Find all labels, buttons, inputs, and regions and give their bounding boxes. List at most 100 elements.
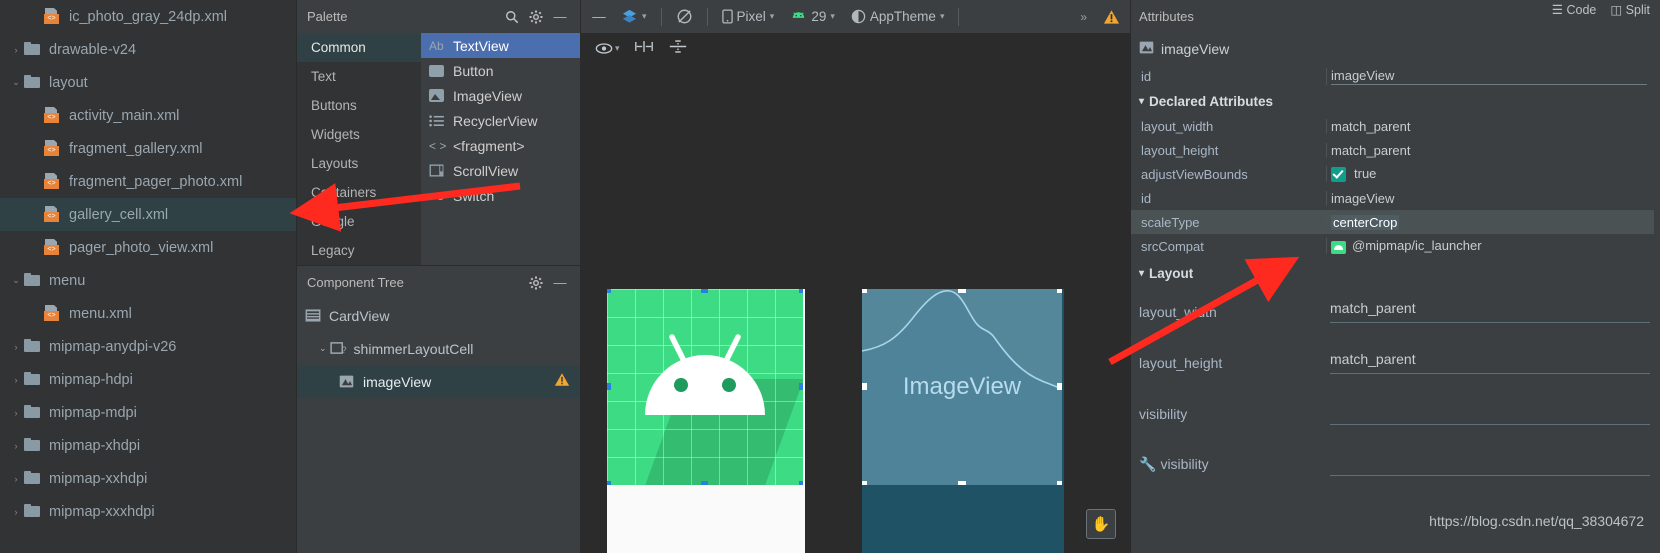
- project-tree-item[interactable]: activity_main.xml: [0, 99, 296, 132]
- design-mode-button[interactable]: ▾: [615, 5, 653, 29]
- layout-row-visibility[interactable]: 🔧 visibility: [1131, 439, 1660, 490]
- palette-item-switch[interactable]: Switch: [421, 183, 580, 208]
- checkbox-checked-icon[interactable]: [1331, 167, 1346, 183]
- layout-row-layout_height[interactable]: layout_height match_parent: [1131, 337, 1660, 388]
- preview-device-2[interactable]: ImageView: [862, 289, 1064, 553]
- palette-item-recyclerview[interactable]: RecyclerView: [421, 108, 580, 133]
- split-mode-button[interactable]: ◫ Split: [1610, 2, 1650, 17]
- project-tree-item[interactable]: › mipmap-hdpi: [0, 363, 296, 396]
- project-tree-item[interactable]: gallery_cell.xml: [0, 198, 296, 231]
- design-canvas[interactable]: ImageView ✋: [581, 63, 1130, 553]
- layout-row-layout_width[interactable]: layout_width match_parent: [1131, 286, 1660, 337]
- minimize-icon[interactable]: —: [587, 6, 611, 28]
- attribute-row-scaletype[interactable]: scaleType centerCrop: [1131, 210, 1660, 234]
- disclosure-triangle-icon[interactable]: ›: [10, 45, 22, 55]
- toolbar-overflow-button[interactable]: »: [1074, 5, 1093, 29]
- component-tree-item-cardview[interactable]: CardView: [297, 299, 580, 332]
- layout-value[interactable]: [1326, 402, 1660, 425]
- component-tree-list[interactable]: CardView ⌄? shimmerLayoutCell imageView: [297, 299, 580, 398]
- disclosure-triangle-icon[interactable]: ⌄: [10, 77, 22, 88]
- palette-category-layouts[interactable]: Layouts: [297, 149, 421, 178]
- code-mode-button[interactable]: ☰ Code: [1552, 2, 1597, 17]
- baseline-icon[interactable]: [668, 39, 688, 57]
- declared-attributes-section-header[interactable]: ▾ Declared Attributes: [1131, 88, 1660, 114]
- eye-icon[interactable]: ▾: [595, 42, 620, 55]
- layout-value[interactable]: [1326, 453, 1660, 476]
- orientation-button[interactable]: [670, 5, 699, 29]
- layout-value[interactable]: match_parent: [1326, 351, 1660, 374]
- minimize-icon[interactable]: —: [548, 272, 572, 294]
- project-tree-item[interactable]: menu.xml: [0, 297, 296, 330]
- disclosure-triangle-icon[interactable]: ›: [10, 507, 22, 517]
- palette-category-widgets[interactable]: Widgets: [297, 120, 421, 149]
- layout-section-header[interactable]: ▾ Layout: [1131, 260, 1660, 286]
- palette-item-list[interactable]: Ab TextView Button ImageView RecyclerView < >…: [421, 33, 580, 265]
- disclosure-triangle-icon[interactable]: ›: [10, 474, 22, 484]
- disclosure-triangle-icon[interactable]: ›: [10, 342, 22, 352]
- attribute-value-field[interactable]: match_parent: [1331, 119, 1411, 134]
- gear-icon[interactable]: [524, 6, 548, 28]
- project-tree-item[interactable]: ⌄ layout: [0, 66, 296, 99]
- attribute-value[interactable]: match_parent: [1326, 142, 1660, 158]
- attribute-row-layout_height[interactable]: layout_height match_parent: [1131, 138, 1660, 162]
- disclosure-triangle-icon[interactable]: ›: [10, 408, 22, 418]
- project-tree-item[interactable]: fragment_pager_photo.xml: [0, 165, 296, 198]
- disclosure-triangle-icon[interactable]: ⌄: [10, 275, 22, 286]
- palette-category-common[interactable]: Common: [297, 33, 421, 62]
- attribute-row-id[interactable]: id imageView: [1131, 64, 1660, 88]
- layout-value[interactable]: match_parent: [1326, 300, 1660, 323]
- project-tree-item[interactable]: ic_photo_gray_24dp.xml: [0, 0, 296, 33]
- project-tree-item[interactable]: fragment_gallery.xml: [0, 132, 296, 165]
- attribute-value-field[interactable]: match_parent: [1331, 143, 1411, 158]
- project-tree-item[interactable]: › mipmap-xxxhdpi: [0, 495, 296, 528]
- layout-value-field[interactable]: [1330, 402, 1650, 425]
- project-tree-item[interactable]: › drawable-v24: [0, 33, 296, 66]
- attribute-row-id[interactable]: id imageView: [1131, 186, 1660, 210]
- palette-category-google[interactable]: Google: [297, 207, 421, 236]
- attribute-value[interactable]: true: [1326, 165, 1660, 183]
- palette-item-scrollview[interactable]: ScrollView: [421, 158, 580, 183]
- layout-value-field[interactable]: match_parent: [1330, 351, 1650, 374]
- palette-item-imageview[interactable]: ImageView: [421, 83, 580, 108]
- project-tree-item[interactable]: › mipmap-xxhdpi: [0, 462, 296, 495]
- component-tree-item-imageview[interactable]: imageView: [297, 365, 580, 398]
- layout-attributes-list[interactable]: layout_width match_parent layout_height mat…: [1131, 286, 1660, 490]
- android-launcher-image[interactable]: [607, 289, 803, 485]
- project-tree-item[interactable]: › mipmap-xhdpi: [0, 429, 296, 462]
- attribute-value[interactable]: match_parent: [1326, 118, 1660, 134]
- attribute-value[interactable]: imageView: [1326, 190, 1660, 206]
- palette-item-button[interactable]: Button: [421, 58, 580, 83]
- pan-hand-icon[interactable]: ✋: [1086, 509, 1116, 539]
- project-tree-item[interactable]: ⌄ menu: [0, 264, 296, 297]
- disclosure-triangle-icon[interactable]: ⌄: [319, 343, 327, 354]
- attribute-row-adjustviewbounds[interactable]: adjustViewBounds true: [1131, 162, 1660, 186]
- warning-icon[interactable]: [1097, 5, 1126, 29]
- attribute-row-srccompat[interactable]: srcCompat @mipmap/ic_launcher: [1131, 234, 1660, 258]
- project-tree-item[interactable]: pager_photo_view.xml: [0, 231, 296, 264]
- project-tree-item[interactable]: › mipmap-mdpi: [0, 396, 296, 429]
- palette-category-text[interactable]: Text: [297, 62, 421, 91]
- attribute-value[interactable]: centerCrop: [1326, 214, 1660, 230]
- disclosure-triangle-icon[interactable]: ›: [10, 441, 22, 451]
- disclosure-triangle-icon[interactable]: ›: [10, 375, 22, 385]
- attribute-row-layout_width[interactable]: layout_width match_parent: [1131, 114, 1660, 138]
- preview-device-1[interactable]: [607, 289, 805, 553]
- palette-category-legacy[interactable]: Legacy: [297, 236, 421, 265]
- palette-category-containers[interactable]: Containers: [297, 178, 421, 207]
- layout-row-visibility[interactable]: visibility: [1131, 388, 1660, 439]
- palette-category-buttons[interactable]: Buttons: [297, 91, 421, 120]
- component-tree-item-shimmerlayoutcell[interactable]: ⌄? shimmerLayoutCell: [297, 332, 580, 365]
- id-value-field[interactable]: imageView: [1331, 68, 1647, 85]
- attribute-value-field[interactable]: centerCrop: [1331, 214, 1400, 230]
- palette-item-textview[interactable]: Ab TextView: [421, 33, 580, 58]
- project-tree-item[interactable]: › mipmap-anydpi-v26: [0, 330, 296, 363]
- project-tree-panel[interactable]: ic_photo_gray_24dp.xml › drawable-v24 ⌄ layo…: [0, 0, 296, 553]
- warning-icon[interactable]: [554, 372, 570, 391]
- declared-attributes-list[interactable]: layout_width match_parent layout_height mat…: [1131, 114, 1660, 258]
- attribute-value[interactable]: @mipmap/ic_launcher: [1326, 238, 1660, 254]
- scrollbar[interactable]: [1654, 0, 1660, 553]
- margins-icon[interactable]: [634, 40, 654, 56]
- editor-mode-switcher[interactable]: ☰ Code ◫ Split: [1551, 0, 1660, 18]
- palette-item-fragment[interactable]: < > <fragment>: [421, 133, 580, 158]
- imageview-placeholder[interactable]: ImageView: [862, 289, 1062, 485]
